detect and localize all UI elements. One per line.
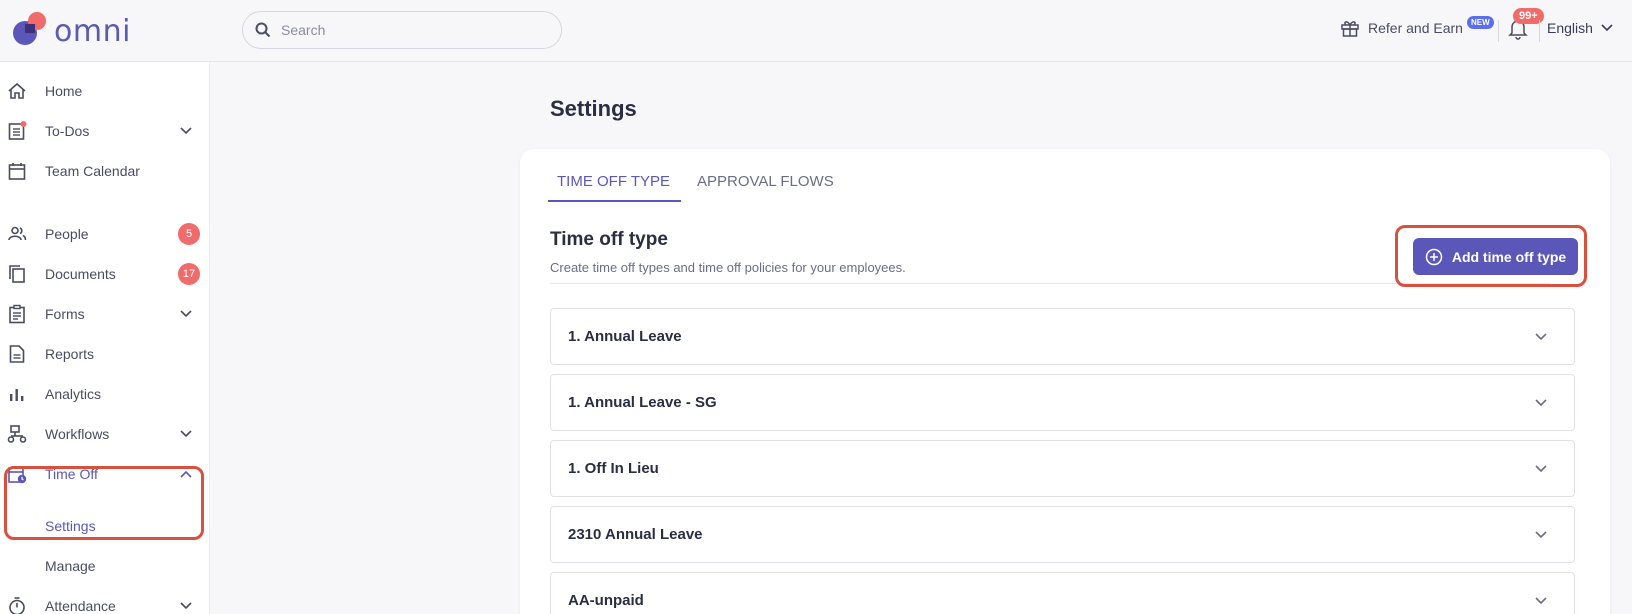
documents-icon [9,265,25,283]
sidebar-item-attendance[interactable]: Attendance [0,586,210,614]
todo-icon [8,121,27,140]
section-title: Time off type [550,229,668,250]
time-off-type-name: 2310 Annual Leave [568,526,703,543]
home-icon [8,82,26,99]
sidebar-item-analytics[interactable]: Analytics [0,374,210,414]
chevron-down-icon [1535,464,1547,472]
refer-and-earn-link[interactable]: Refer and Earn NEW [1340,15,1494,38]
time-off-type-name: AA-unpaid [568,592,644,609]
sidebar: Home To-Dos Team Calendar People 5 Docum… [0,62,210,614]
people-icon [8,226,27,241]
sidebar-item-label: Forms [45,306,85,322]
new-badge: NEW [1466,15,1494,29]
page-title: Settings [550,96,637,121]
analytics-icon [10,389,24,401]
omni-logo-icon [13,12,46,45]
gift-icon [1341,21,1359,37]
sidebar-item-label: Documents [45,266,116,282]
sidebar-item-label: Home [45,83,83,99]
sidebar-item-home[interactable]: Home [0,71,210,111]
omni-logo[interactable]: omni [12,10,132,50]
documents-count-badge: 17 [178,263,200,285]
chevron-down-icon [180,127,192,135]
chevron-down-icon [180,430,192,438]
search-bar[interactable] [242,11,562,49]
header-divider [1498,20,1499,42]
section-description: Create time off types and time off polic… [550,260,906,275]
calendar-icon [8,163,26,180]
chevron-down-icon [1535,530,1547,538]
time-off-type-row[interactable]: 1. Annual Leave - SG [550,374,1575,431]
top-bar: omni Refer and Earn NEW 99+ English [0,0,1632,62]
forms-icon [9,304,25,324]
logo-text: omni [54,14,131,49]
time-off-type-row[interactable]: 2310 Annual Leave [550,506,1575,563]
chevron-down-icon [1535,596,1547,604]
add-button-highlight [1395,225,1587,287]
tab-time-off-type[interactable]: TIME OFF TYPE [557,173,670,190]
time-off-type-row[interactable]: 1. Off In Lieu [550,440,1575,497]
sidebar-item-reports[interactable]: Reports [0,334,210,374]
header-divider [1539,20,1540,42]
time-off-type-row[interactable]: AA-unpaid [550,572,1575,614]
language-selector[interactable]: English [1547,20,1613,36]
active-tab-indicator [548,200,681,202]
time-off-highlight [4,466,204,540]
sidebar-item-label: Reports [45,346,95,362]
time-off-type-name: 1. Off In Lieu [568,460,659,477]
sidebar-subitem-manage[interactable]: Manage [45,558,96,574]
time-off-type-row[interactable]: 1. Annual Leave [550,308,1575,365]
search-icon [255,22,271,38]
sidebar-item-documents[interactable]: Documents 17 [0,254,210,294]
workflows-icon [7,425,27,443]
language-label: English [1547,20,1593,36]
chevron-down-icon [1535,332,1547,340]
tab-approval-flows[interactable]: APPROVAL FLOWS [697,173,834,190]
chevron-down-icon [1601,24,1613,32]
sidebar-item-team-calendar[interactable]: Team Calendar [0,151,210,191]
sidebar-item-label: Workflows [45,426,110,442]
refer-label: Refer and Earn [1368,20,1463,36]
time-off-type-name: 1. Annual Leave - SG [568,394,717,411]
chevron-down-icon [180,602,192,610]
time-off-settings-card: TIME OFF TYPE APPROVAL FLOWS Time off ty… [520,149,1610,614]
people-count-badge: 5 [178,223,200,245]
time-off-type-name: 1. Annual Leave [568,328,682,345]
sidebar-item-label: To-Dos [45,123,90,139]
sidebar-item-forms[interactable]: Forms [0,294,210,334]
sidebar-item-label: Analytics [45,386,102,402]
sidebar-item-label: People [45,226,89,242]
chevron-down-icon [1535,398,1547,406]
stopwatch-icon [9,597,25,614]
sidebar-item-people[interactable]: People 5 [0,214,210,254]
chevron-down-icon [180,310,192,318]
sidebar-item-todos[interactable]: To-Dos [0,111,210,151]
reports-icon [9,345,25,363]
search-input[interactable] [281,22,541,38]
sidebar-item-label: Team Calendar [45,163,140,179]
sidebar-item-label: Attendance [45,598,116,614]
sidebar-item-workflows[interactable]: Workflows [0,414,210,454]
